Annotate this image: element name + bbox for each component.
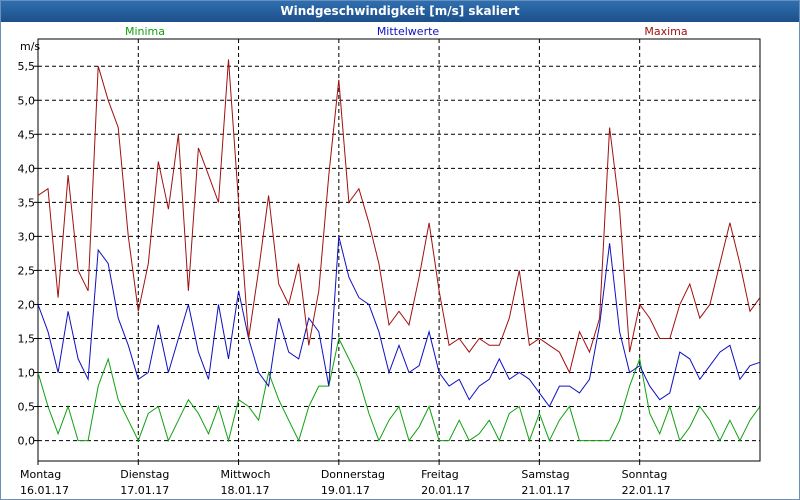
- x-axis: Montag 16.01.17 Dienstag 17.01.17 Mittwoch 18…: [20, 461, 671, 497]
- legend-item-mittelwerte: Mittelwerte: [377, 25, 440, 38]
- x-tick-day-label: Sonntag: [622, 468, 668, 481]
- plot-area: [37, 38, 761, 462]
- x-tick-day-label: Mittwoch: [221, 468, 271, 481]
- y-axis: 0,0 0,5 1,0 1,5 2,0 2,5 3,0 3,5 4,0 4,5 5,0 5,5: [18, 60, 38, 448]
- legend-item-minima: Minima: [125, 25, 165, 38]
- x-tick-date-label: 17.01.17: [120, 484, 169, 497]
- wind-speed-chart: 0,0 0,5 1,0 1,5 2,0 2,5 3,0 3,5 4,0 4,5 5,0 5,5 Mon…: [18, 25, 761, 497]
- x-tick-day-label: Samstag: [521, 468, 569, 481]
- y-tick-label: 5,5: [18, 60, 36, 73]
- legend: Minima Mittelwerte Maxima: [125, 25, 688, 38]
- x-tick-day-label: Freitag: [421, 468, 459, 481]
- x-tick-date-label: 22.01.17: [622, 484, 671, 497]
- y-tick-label: 2,0: [18, 298, 36, 311]
- x-tick-day-label: Montag: [20, 468, 61, 481]
- x-tick-day-label: Dienstag: [120, 468, 169, 481]
- y-tick-label: 3,5: [18, 196, 36, 209]
- x-tick-date-label: 21.01.17: [521, 484, 570, 497]
- y-tick-label: 0,5: [18, 401, 36, 414]
- y-tick-label: 4,5: [18, 128, 36, 141]
- y-tick-label: 4,0: [18, 162, 36, 175]
- x-tick-date-label: 20.01.17: [421, 484, 470, 497]
- y-tick-label: 5,0: [18, 94, 36, 107]
- y-tick-label: 3,0: [18, 230, 36, 243]
- x-tick-date-label: 18.01.17: [221, 484, 270, 497]
- y-axis-label: m/s: [20, 40, 40, 53]
- x-tick-date-label: 16.01.17: [20, 484, 69, 497]
- y-tick-label: 1,0: [18, 367, 36, 380]
- y-tick-label: 1,5: [18, 332, 36, 345]
- x-tick-date-label: 19.01.17: [321, 484, 370, 497]
- y-tick-label: 2,5: [18, 264, 36, 277]
- legend-item-maxima: Maxima: [644, 25, 687, 38]
- x-tick-day-label: Donnerstag: [321, 468, 385, 481]
- y-tick-label: 0,0: [18, 435, 36, 448]
